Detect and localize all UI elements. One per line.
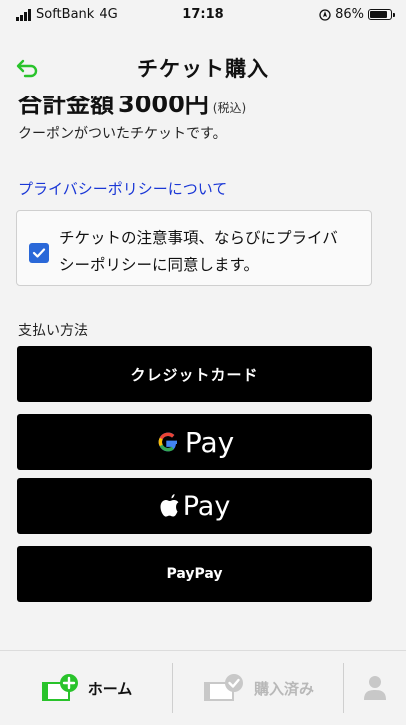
- total-value: 3000円: [118, 96, 209, 118]
- consent-text: チケットの注意事項、ならびにプライバ シーポリシーに同意します。: [59, 225, 338, 279]
- location-icon: [319, 8, 331, 21]
- battery-icon: [368, 9, 395, 20]
- consent-checkbox-row[interactable]: チケットの注意事項、ならびにプライバ シーポリシーに同意します。: [16, 210, 372, 286]
- header: チケット購入: [0, 40, 406, 96]
- google-pay-label: Pay: [184, 425, 235, 459]
- main-content[interactable]: 合計金額 3000円 (税込) クーポンがついたチケットです。 プライバシーポリ…: [0, 96, 406, 650]
- payment-method-label: 支払い方法: [18, 323, 88, 339]
- battery-percent: 86%: [335, 7, 364, 22]
- tab-home-label: ホーム: [87, 679, 133, 698]
- coupon-text: クーポンがついたチケットです。: [18, 126, 227, 142]
- credit-card-label: クレジットカード: [130, 365, 259, 384]
- back-arrow-icon: [16, 59, 38, 78]
- apple-pay-button[interactable]: Pay: [17, 478, 372, 534]
- google-pay-button[interactable]: Pay: [17, 414, 372, 470]
- total-label: 合計金額: [18, 96, 114, 118]
- tab-purchased[interactable]: 購入済み: [173, 651, 343, 725]
- battery-fill: [370, 11, 388, 18]
- tab-home[interactable]: ホーム: [0, 651, 172, 725]
- apple-pay-label: Pay: [182, 490, 231, 522]
- back-button[interactable]: [14, 54, 42, 82]
- home-ticket-plus-icon: [41, 674, 78, 701]
- total-note: (税込): [212, 101, 247, 115]
- consent-text-line2: シーポリシーに同意します。: [59, 256, 259, 274]
- credit-card-button[interactable]: クレジットカード: [17, 346, 372, 402]
- tab-purchased-label: 購入済み: [253, 679, 314, 698]
- tab-account[interactable]: [344, 651, 406, 725]
- status-right: 86%: [319, 7, 395, 22]
- paypay-label: PayPay: [166, 566, 223, 582]
- status-bar: SoftBank 4G 17:18 86%: [0, 0, 406, 30]
- google-g-icon: [158, 432, 177, 452]
- total-row: 合計金額 3000円 (税込): [18, 96, 246, 119]
- ticket-check-icon: [203, 674, 243, 701]
- privacy-policy-link[interactable]: プライバシーポリシーについて: [18, 178, 227, 199]
- consent-checkbox[interactable]: [29, 243, 49, 263]
- apple-logo-icon: [160, 494, 179, 517]
- consent-text-line1: チケットの注意事項、ならびにプライバ: [59, 229, 338, 247]
- checkmark-icon: [32, 248, 46, 258]
- paypay-button[interactable]: PayPay: [17, 546, 372, 602]
- page-title: チケット購入: [137, 57, 269, 81]
- person-icon: [364, 676, 386, 700]
- bottom-tab-bar: ホーム 購入済み: [0, 650, 406, 725]
